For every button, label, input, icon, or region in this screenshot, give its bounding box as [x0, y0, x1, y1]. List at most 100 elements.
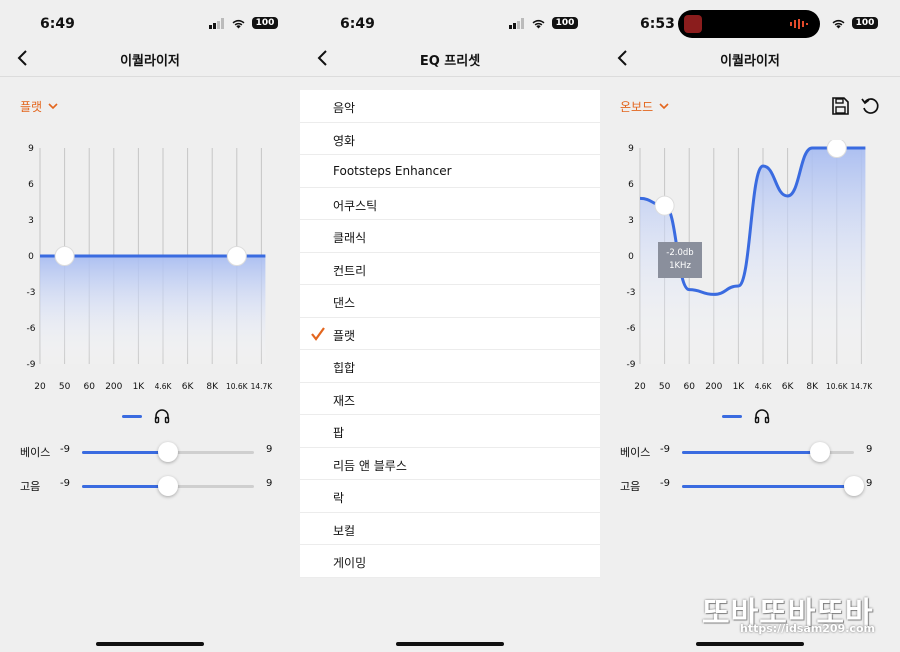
preset-item[interactable]: 팝	[300, 415, 600, 448]
preset-list: 음악영화 Footsteps Enhancer 어쿠스틱클래식컨트리댄스플랫힙합재즈…	[300, 90, 600, 578]
preset-label: 온보드	[620, 100, 654, 114]
signal-icon	[209, 17, 224, 29]
treble-slider[interactable]	[682, 476, 864, 496]
y-tick-label: -9	[627, 360, 636, 370]
bass-slider[interactable]	[682, 442, 854, 462]
preset-item[interactable]: 컨트리	[300, 253, 600, 285]
x-tick-label: 20	[34, 382, 46, 392]
legend	[122, 408, 170, 424]
nav-bar: EQ 프리셋	[300, 44, 600, 74]
preset-item[interactable]: 음악	[300, 90, 600, 123]
album-art-icon	[684, 15, 702, 33]
eq-preset-screen: 6:49 100 EQ 프리셋 음악영화 Footsteps Enhancer 어쿠…	[300, 0, 600, 652]
divider	[0, 76, 300, 77]
x-tick-label: 1K	[133, 382, 146, 392]
x-tick-label: 8K	[806, 382, 819, 392]
chevron-down-icon	[48, 103, 58, 110]
save-icon[interactable]	[830, 96, 850, 116]
x-tick-label: 60	[683, 382, 695, 392]
preset-dropdown[interactable]: 온보드	[620, 98, 669, 115]
preset-item[interactable]: 재즈	[300, 383, 600, 415]
bass-slider-row: 베이스 -9 9	[600, 442, 900, 462]
preset-item[interactable]: 댄스	[300, 285, 600, 318]
preset-item-label: 댄스	[333, 296, 356, 310]
treble-slider-knob[interactable]	[158, 476, 178, 496]
status-bar: 6:49 100	[300, 0, 600, 44]
preset-item[interactable]: 락	[300, 480, 600, 513]
x-tick-label: 10.6K	[826, 382, 849, 391]
divider	[600, 76, 900, 77]
legend	[722, 408, 770, 424]
page-title: 이퀄라이저	[120, 54, 180, 69]
x-tick-label: 50	[659, 382, 671, 392]
preset-item[interactable]: 어쿠스틱	[300, 188, 600, 220]
status-time: 6:53	[640, 16, 675, 32]
bass-label: 베이스	[620, 446, 651, 459]
y-tick-label: -3	[27, 288, 36, 298]
equalizer-screen-onboard: 6:53 100 이퀄라이저 온보드 20 50 60 200 1K 4.6K 6K 8K 10…	[600, 0, 900, 652]
bass-slider-knob[interactable]	[158, 442, 178, 462]
preset-dropdown[interactable]: 플랫	[20, 98, 58, 115]
preset-item[interactable]: 클래식	[300, 220, 600, 253]
treble-min: -9	[60, 478, 70, 489]
home-indicator	[696, 642, 804, 646]
preset-item-label: 재즈	[333, 393, 356, 408]
status-time: 6:49	[340, 16, 375, 32]
home-indicator	[96, 642, 204, 646]
page-title: EQ 프리셋	[419, 54, 481, 69]
preset-item-label: 영화	[333, 133, 356, 148]
x-tick-label: 200	[105, 382, 122, 392]
y-tick-label: 3	[628, 216, 634, 226]
eq-chart[interactable]: 20 50 60 200 1K 4.6K 6K 8K 10.6K 14.7K 9 6 3 0 -3 -6 -9	[600, 140, 900, 400]
preset-item[interactable]: 힙합	[300, 350, 600, 383]
treble-label: 고음	[20, 480, 41, 493]
preset-item[interactable]: 플랫	[300, 318, 600, 350]
y-tick-label: -9	[27, 360, 36, 370]
y-tick-label: -3	[627, 288, 636, 298]
y-tick-label: 0	[628, 252, 634, 262]
divider	[300, 76, 600, 77]
audio-wave-icon	[790, 19, 808, 29]
preset-item[interactable]: 게이밍	[300, 545, 600, 578]
nav-bar: 이퀄라이저	[600, 44, 900, 74]
preset-item[interactable]: 리듬 앤 블루스	[300, 448, 600, 480]
nav-bar: 이퀄라이저	[0, 44, 300, 74]
chevron-down-icon	[659, 103, 669, 110]
home-indicator	[396, 642, 504, 646]
eq-handle	[826, 140, 847, 158]
treble-slider-knob[interactable]	[844, 476, 864, 496]
y-tick-label: 9	[628, 144, 634, 154]
y-tick-label: 6	[628, 180, 634, 190]
preset-item-label: 플랫	[333, 328, 356, 343]
x-tick-label: 1K	[733, 382, 746, 392]
x-tick-label: 6K	[182, 382, 195, 392]
reset-icon[interactable]	[860, 96, 880, 116]
bass-slider-knob[interactable]	[809, 442, 830, 462]
status-bar: 6:53 100	[600, 0, 900, 44]
x-tick-label: 4.6K	[155, 382, 173, 391]
treble-slider[interactable]	[82, 476, 254, 496]
eq-handle	[226, 246, 247, 266]
x-tick-label: 4.6K	[755, 382, 773, 391]
preset-item[interactable]: Footsteps Enhancer	[300, 155, 600, 188]
bass-max: 9	[266, 444, 273, 455]
preset-item[interactable]: 영화	[300, 123, 600, 155]
bass-label: 베이스	[20, 446, 51, 459]
wifi-icon	[832, 19, 845, 28]
preset-item-label: 클래식	[333, 231, 367, 245]
treble-slider-row: 고음 -9 9	[600, 476, 900, 496]
y-tick-label: 0	[28, 252, 34, 262]
bass-slider[interactable]	[82, 442, 254, 462]
eq-chart[interactable]: 20 50 60 200 1K 4.6K 6K 8K 10.6K 14.7K 9 6 3 0 -3 -6 -9	[0, 140, 300, 400]
legend-line	[122, 414, 142, 418]
preset-item-label: 보컬	[333, 523, 356, 538]
x-tick-label: 8K	[206, 382, 219, 392]
page-title: 이퀄라이저	[720, 54, 780, 69]
y-tick-label: 3	[28, 216, 34, 226]
tooltip-frequency: 1KHz	[669, 261, 691, 271]
x-tick-label: 6K	[782, 382, 795, 392]
preset-item-label: 리듬 앤 블루스	[333, 458, 407, 473]
treble-label: 고음	[620, 480, 641, 493]
preset-item[interactable]: 보컬	[300, 513, 600, 545]
y-tick-label: -6	[627, 324, 636, 334]
